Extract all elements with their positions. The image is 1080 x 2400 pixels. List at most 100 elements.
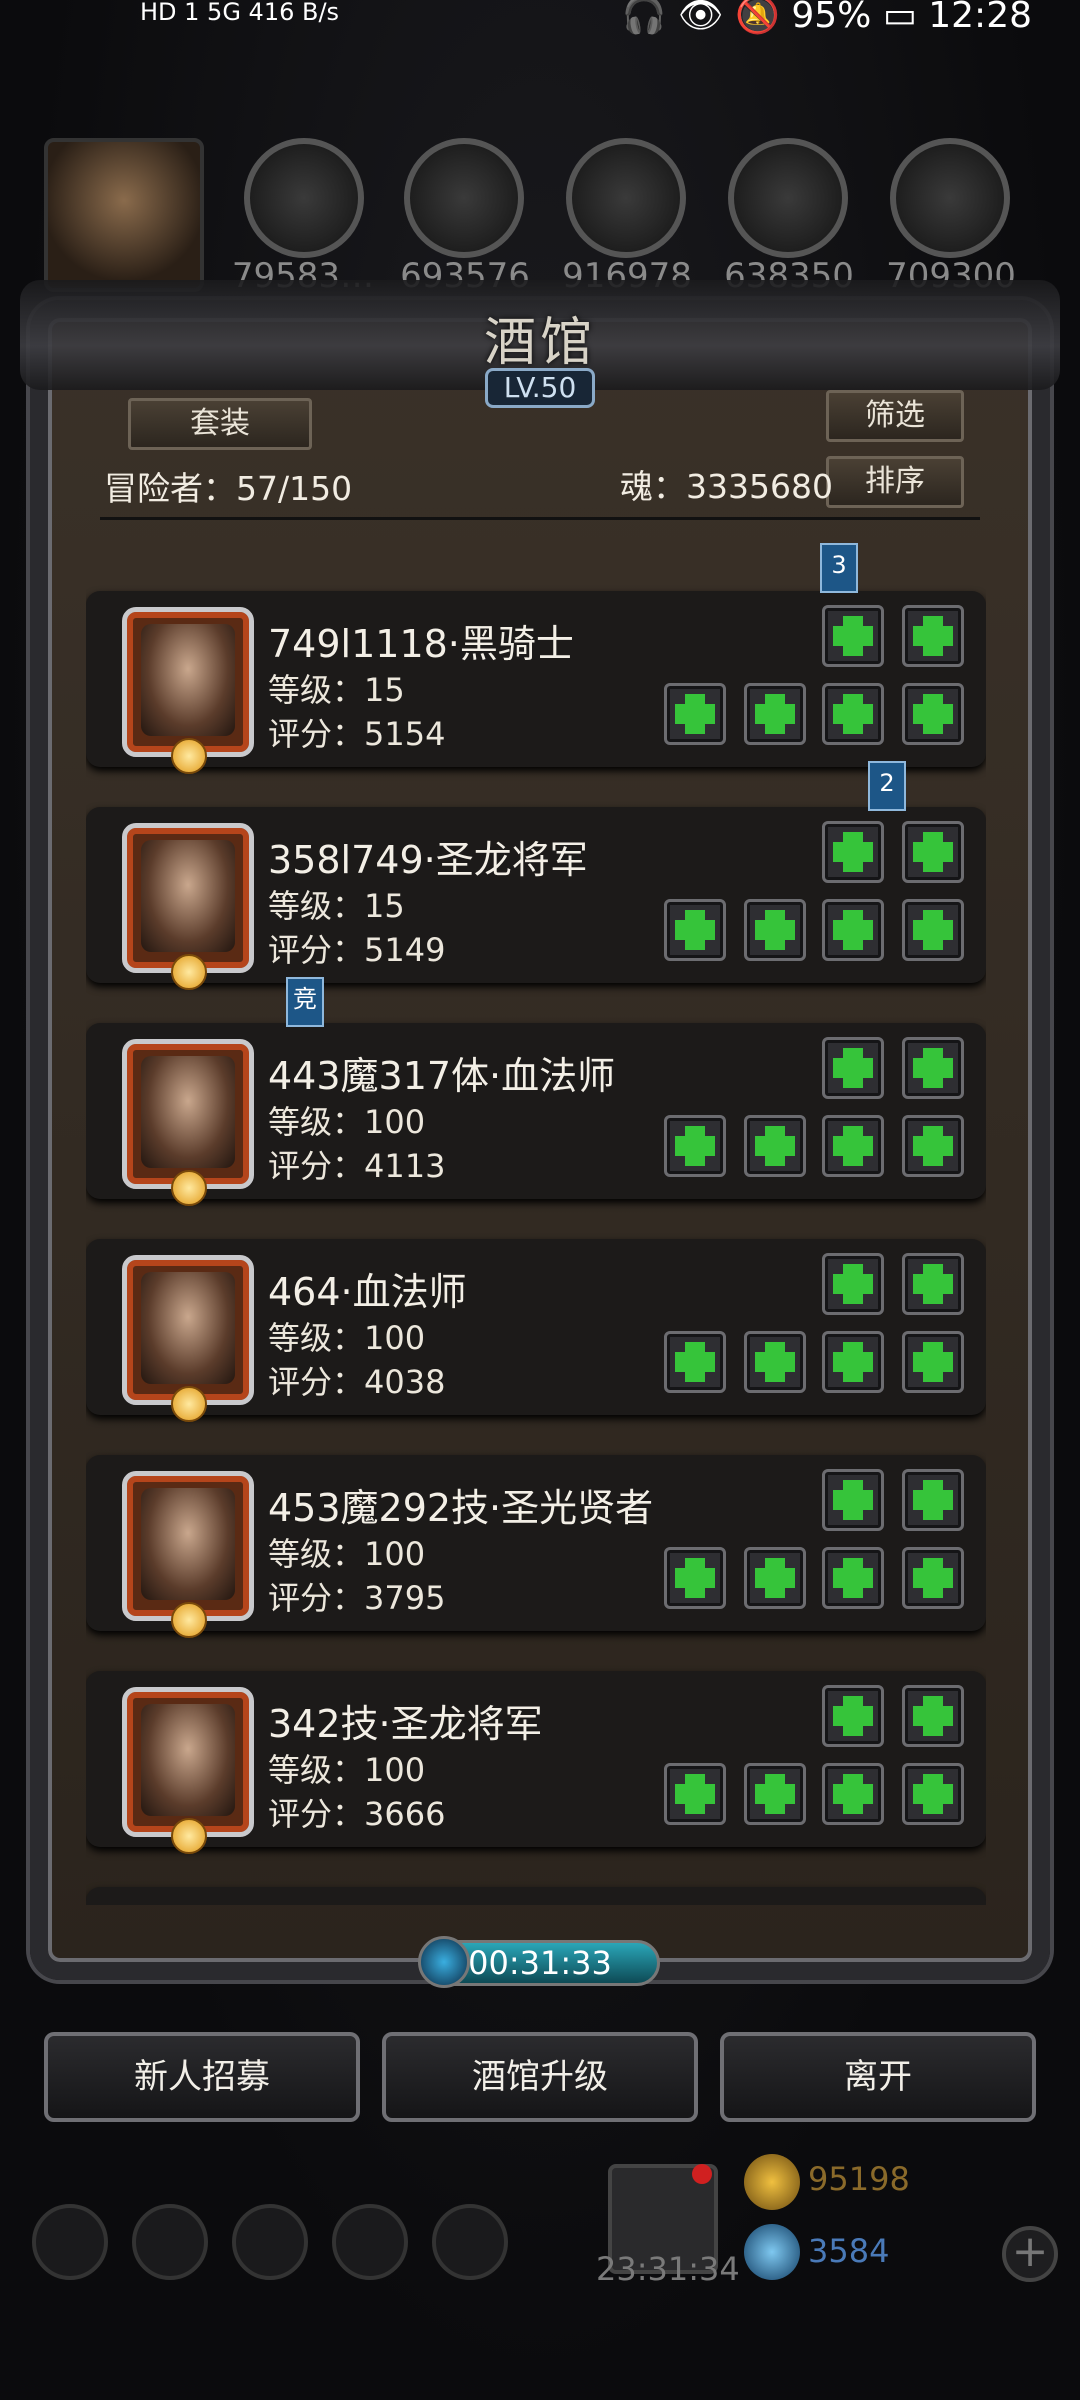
armor-slot-icon[interactable] <box>902 1469 964 1531</box>
team-tag: 2 <box>868 761 906 811</box>
hero-level: 等级：15 <box>268 671 405 709</box>
iron-resource-icon[interactable] <box>566 138 686 258</box>
armor-slot-icon[interactable] <box>822 1469 884 1531</box>
fire-resource-icon[interactable] <box>244 138 364 258</box>
weapon-slot-icon[interactable] <box>664 1115 726 1177</box>
armor-slot-icon[interactable] <box>902 1685 964 1747</box>
headphones-icon: 🎧 <box>621 0 667 36</box>
ring-slot-icon[interactable] <box>822 1763 884 1825</box>
clock-icon <box>418 1936 470 1988</box>
castle-icon[interactable] <box>232 2204 308 2280</box>
ring-slot-icon[interactable] <box>902 1547 964 1609</box>
armor-slot-icon[interactable] <box>822 821 884 883</box>
gold-coin-icon <box>744 2154 800 2210</box>
hero-name: 342技·圣龙将军 <box>268 1702 543 1746</box>
shield-icon[interactable] <box>432 2204 508 2280</box>
moon-emblem-icon <box>171 1818 207 1854</box>
weapon-slot-icon[interactable] <box>664 1763 726 1825</box>
adventurer-count: 冒险者：57/150 <box>104 469 353 508</box>
hero-score: 评分：5149 <box>268 931 446 969</box>
gem-amount: 3584 <box>808 2232 890 2270</box>
arena-tag: 竞 <box>286 977 324 1027</box>
mail-icon[interactable] <box>332 2204 408 2280</box>
hero-level: 等级：15 <box>268 887 405 925</box>
armor-slot-icon[interactable] <box>744 1331 806 1393</box>
moon-emblem-icon <box>171 1602 207 1638</box>
ring-slot-icon[interactable] <box>902 1763 964 1825</box>
hero-card[interactable]: 358l749·圣龙将军 等级：15 评分：5149 <box>86 807 986 990</box>
hero-score: 评分：5154 <box>268 715 446 753</box>
upgrade-tavern-button[interactable]: 酒馆升级 <box>382 2032 698 2122</box>
hero-portrait[interactable] <box>122 1687 254 1854</box>
crystal-resource-icon[interactable] <box>728 138 848 258</box>
wood-resource-icon[interactable] <box>404 138 524 258</box>
gem-icon <box>744 2224 800 2280</box>
hero-portrait[interactable] <box>122 607 254 774</box>
moon-emblem-icon <box>171 1386 207 1422</box>
suit-button[interactable]: 套装 <box>128 398 312 450</box>
armor-slot-icon[interactable] <box>902 821 964 883</box>
hero-list[interactable]: 749l1118·黑骑士 等级：15 评分：5154 3 358l749·圣龙将… <box>86 525 986 1905</box>
filter-button[interactable]: 筛选 <box>826 390 964 442</box>
ring-slot-icon[interactable] <box>902 683 964 745</box>
recruit-button[interactable]: 新人招募 <box>44 2032 360 2122</box>
armor-slot-icon[interactable] <box>902 1037 964 1099</box>
ring-slot-icon[interactable] <box>822 1331 884 1393</box>
ring-slot-icon[interactable] <box>822 1115 884 1177</box>
weapon-slot-icon[interactable] <box>664 1547 726 1609</box>
ring-slot-icon[interactable] <box>822 1547 884 1609</box>
armor-slot-icon[interactable] <box>822 1685 884 1747</box>
hero-card[interactable]: 342技·圣龙将军 等级：100 评分：3666 <box>86 1671 986 1854</box>
hero-portrait[interactable] <box>122 1039 254 1206</box>
hero-icon[interactable] <box>132 2204 208 2280</box>
hero-card[interactable]: 453魔292技·圣光贤者 等级：100 评分：3795 <box>86 1455 986 1638</box>
armor-slot-icon[interactable] <box>744 683 806 745</box>
stone-resource-icon[interactable] <box>890 138 1010 258</box>
armor-slot-icon[interactable] <box>744 899 806 961</box>
hero-card[interactable]: 464·血法师 等级：100 评分：4038 <box>86 1239 986 1422</box>
gift-timer: 23:31:34 <box>596 2250 740 2288</box>
ring-slot-icon[interactable] <box>822 683 884 745</box>
hero-level: 等级：100 <box>268 1103 426 1141</box>
hero-portrait[interactable] <box>122 823 254 990</box>
ring-slot-icon[interactable] <box>822 899 884 961</box>
hero-card[interactable] <box>86 1887 986 1905</box>
armor-slot-icon[interactable] <box>822 1253 884 1315</box>
bell-off-icon: 🔕 <box>735 0 780 36</box>
hero-name: 443魔317体·血法师 <box>268 1054 616 1098</box>
battery-level: 95% <box>791 0 872 36</box>
hero-portrait[interactable] <box>122 1471 254 1638</box>
leave-button[interactable]: 离开 <box>720 2032 1036 2122</box>
settings-icon[interactable] <box>32 2204 108 2280</box>
ring-slot-icon[interactable] <box>902 1115 964 1177</box>
hero-score: 评分：4113 <box>268 1147 446 1185</box>
hero-score: 评分：3795 <box>268 1579 446 1617</box>
rank-emblem-icon <box>171 738 207 774</box>
level-badge: LV.50 <box>485 368 595 408</box>
armor-slot-icon[interactable] <box>902 1253 964 1315</box>
ring-slot-icon[interactable] <box>902 1331 964 1393</box>
ring-slot-icon[interactable] <box>902 899 964 961</box>
armor-slot-icon[interactable] <box>902 605 964 667</box>
hero-card[interactable]: 443魔317体·血法师 等级：100 评分：4113 <box>86 1023 986 1206</box>
hero-portrait[interactable] <box>122 1255 254 1422</box>
armor-slot-icon[interactable] <box>744 1763 806 1825</box>
weapon-slot-icon[interactable] <box>664 899 726 961</box>
avatar[interactable] <box>44 138 204 292</box>
sort-button[interactable]: 排序 <box>826 456 964 508</box>
armor-slot-icon[interactable] <box>822 605 884 667</box>
armor-slot-icon[interactable] <box>744 1547 806 1609</box>
clock: 12:28 <box>928 0 1032 36</box>
hero-score: 评分：3666 <box>268 1795 446 1833</box>
network-indicator: HD 1 5G 416 B/s <box>140 0 340 26</box>
add-currency-button[interactable]: + <box>1002 2226 1058 2282</box>
moon-emblem-icon <box>171 1170 207 1206</box>
weapon-slot-icon[interactable] <box>664 1331 726 1393</box>
weapon-slot-icon[interactable] <box>664 683 726 745</box>
armor-slot-icon[interactable] <box>822 1037 884 1099</box>
gold-amount: 95198 <box>808 2160 910 2198</box>
hero-card[interactable]: 749l1118·黑骑士 等级：15 评分：5154 <box>86 591 986 774</box>
status-bar: HD 1 5G 416 B/s 🎧 👁 🔕 95% ▭ 12:28 <box>0 0 1080 46</box>
hero-name: 464·血法师 <box>268 1270 467 1314</box>
armor-slot-icon[interactable] <box>744 1115 806 1177</box>
